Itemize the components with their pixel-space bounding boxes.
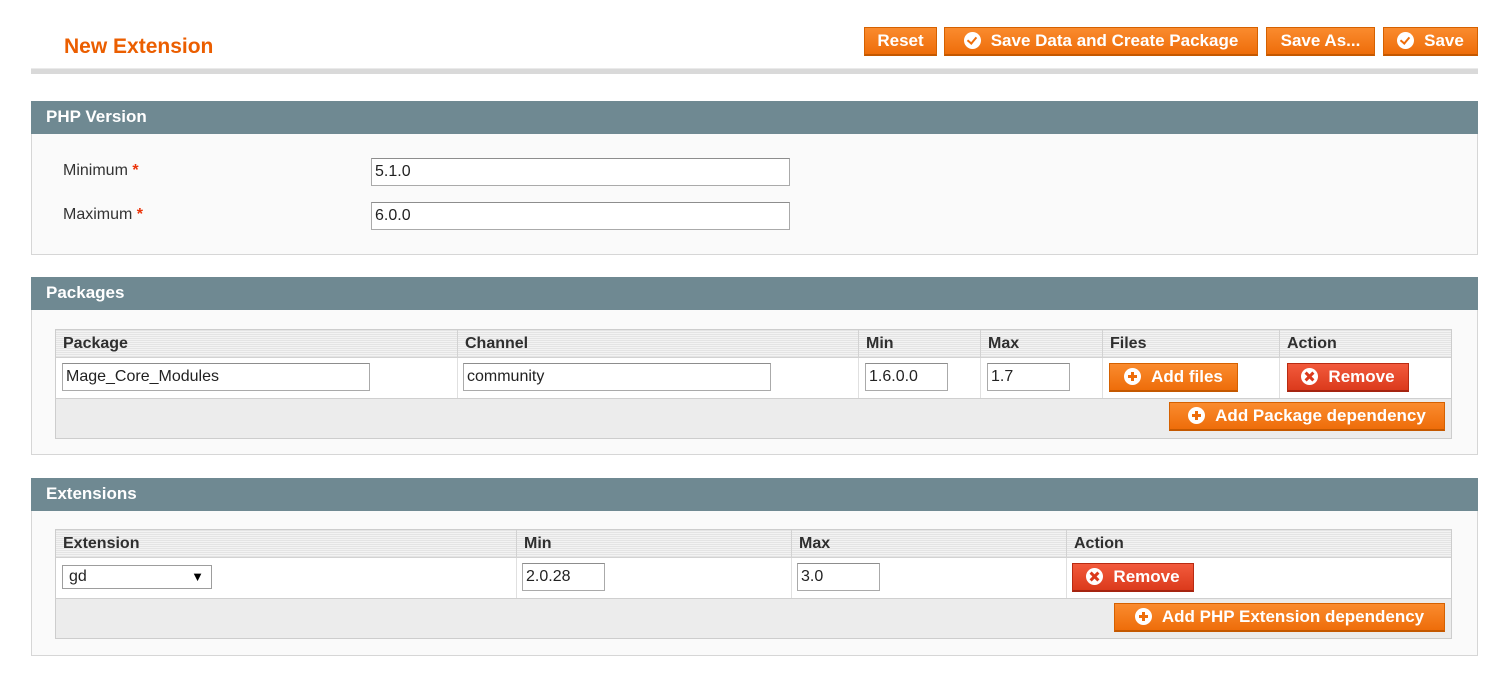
required-marker: *	[136, 206, 144, 223]
maximum-label: Maximum *	[63, 206, 143, 224]
column-divider	[457, 358, 458, 398]
column-header-files: Files	[1102, 330, 1279, 358]
packages-grid-header: Package Channel Min Max Files Action	[56, 330, 1451, 358]
column-divider	[1066, 558, 1067, 598]
check-circle-icon	[1397, 32, 1415, 49]
column-header-action: Action	[1066, 530, 1451, 558]
save-button[interactable]: Save	[1383, 27, 1478, 56]
required-marker: *	[132, 162, 139, 179]
save-and-create-package-label: Save Data and Create Package	[990, 31, 1239, 50]
plus-circle-icon	[1188, 407, 1206, 424]
save-as-label: Save As...	[1280, 31, 1361, 50]
dropdown-arrow-icon: ▼	[191, 569, 204, 584]
column-header-channel: Channel	[457, 330, 858, 358]
minimum-label: Minimum *	[63, 162, 139, 180]
packages-section-header: Packages	[31, 277, 1478, 310]
column-header-max: Max	[791, 530, 1066, 558]
plus-circle-icon	[1134, 608, 1152, 625]
column-header-max: Max	[980, 330, 1102, 358]
php-version-section-body	[31, 134, 1478, 255]
maximum-label-text: Maximum	[63, 206, 133, 223]
extension-max-input[interactable]: 3.0	[797, 563, 880, 591]
remove-extension-button[interactable]: Remove	[1072, 563, 1194, 592]
column-header-min: Min	[516, 530, 791, 558]
reset-button-label: Reset	[877, 31, 924, 50]
plus-circle-icon	[1124, 368, 1142, 385]
php-max-version-input[interactable]: 6.0.0	[371, 202, 790, 230]
column-header-extension: Extension	[63, 535, 140, 552]
add-package-dependency-label: Add Package dependency	[1215, 406, 1426, 425]
save-label: Save	[1424, 31, 1464, 50]
add-files-button[interactable]: Add files	[1109, 363, 1238, 392]
column-header-package: Package	[63, 335, 128, 352]
package-name-input[interactable]: Mage_Core_Modules	[62, 363, 370, 391]
page-title: New Extension	[64, 35, 214, 58]
add-files-label: Add files	[1151, 367, 1223, 386]
column-header-action: Action	[1279, 330, 1451, 358]
php-version-section-header: PHP Version	[31, 101, 1478, 134]
check-circle-icon	[963, 32, 981, 49]
column-divider	[980, 358, 981, 398]
column-header-min: Min	[858, 330, 980, 358]
remove-extension-label: Remove	[1113, 567, 1180, 586]
save-as-button[interactable]: Save As...	[1266, 27, 1375, 56]
title-divider	[31, 68, 1478, 74]
x-circle-icon	[1301, 368, 1319, 385]
save-and-create-package-button[interactable]: Save Data and Create Package	[944, 27, 1258, 56]
remove-package-button[interactable]: Remove	[1287, 363, 1409, 392]
x-circle-icon	[1086, 568, 1104, 585]
column-divider	[516, 558, 517, 598]
extensions-grid-header: Extension Min Max Action	[56, 530, 1451, 558]
column-divider	[1102, 358, 1103, 398]
add-php-extension-dependency-label: Add PHP Extension dependency	[1161, 607, 1425, 626]
column-divider	[858, 358, 859, 398]
column-divider	[1279, 358, 1280, 398]
package-max-input[interactable]: 1.7	[987, 363, 1070, 391]
channel-input[interactable]: community	[463, 363, 771, 391]
extensions-section-header: Extensions	[31, 478, 1478, 511]
extension-select[interactable]: gd ▼	[62, 565, 212, 589]
minimum-label-text: Minimum	[63, 162, 128, 179]
reset-button[interactable]: Reset	[864, 27, 937, 56]
extension-min-input[interactable]: 2.0.28	[522, 563, 605, 591]
add-package-dependency-button[interactable]: Add Package dependency	[1169, 402, 1445, 431]
package-min-input[interactable]: 1.6.0.0	[865, 363, 948, 391]
remove-package-label: Remove	[1328, 367, 1395, 386]
php-min-version-input[interactable]: 5.1.0	[371, 158, 790, 186]
column-divider	[791, 558, 792, 598]
extension-select-value: gd	[69, 568, 87, 585]
add-php-extension-dependency-button[interactable]: Add PHP Extension dependency	[1114, 603, 1445, 632]
